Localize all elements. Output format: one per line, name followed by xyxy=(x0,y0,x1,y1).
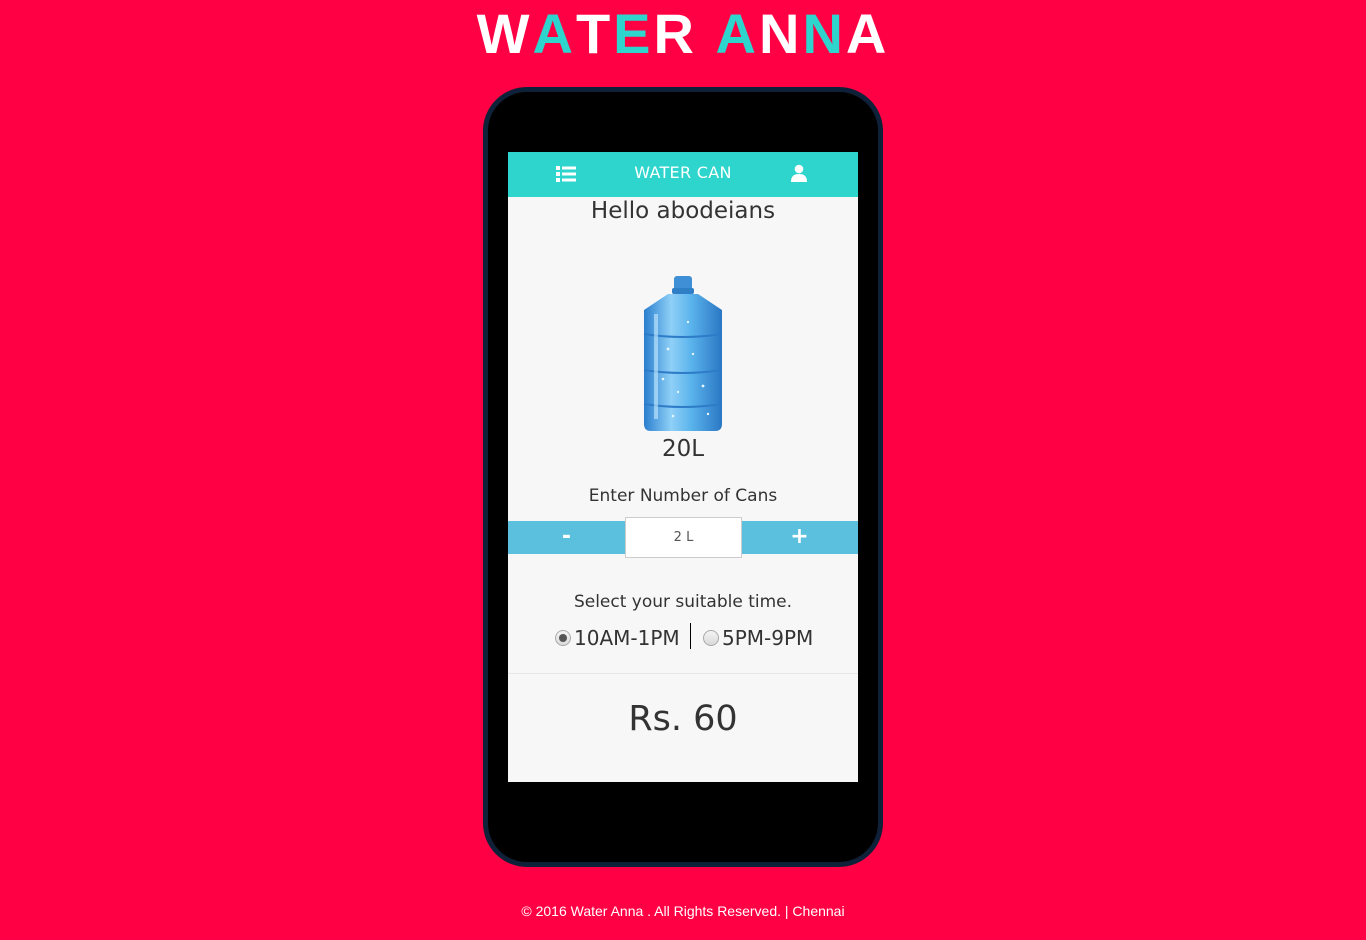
time-radio-morning[interactable] xyxy=(555,630,571,646)
time-option-label[interactable]: 10AM-1PM xyxy=(574,626,680,650)
brand-letter: N xyxy=(802,2,846,65)
divider xyxy=(690,623,691,649)
brand-letter: A xyxy=(845,2,890,65)
increment-button[interactable]: + xyxy=(741,521,858,554)
user-icon[interactable] xyxy=(791,164,807,182)
cans-label: Enter Number of Cans xyxy=(588,486,778,506)
brand-letter: R xyxy=(653,2,697,65)
can-size: 20L xyxy=(661,436,705,462)
total-price: Rs. 60 xyxy=(628,699,738,739)
app-header: WATER CAN xyxy=(508,152,858,197)
brand-letter xyxy=(697,4,716,64)
divider xyxy=(508,673,858,674)
footer-text: © 2016 Water Anna . All Rights Reserved.… xyxy=(521,903,845,919)
decrement-button[interactable]: - xyxy=(508,521,625,554)
brand-letter: A xyxy=(532,2,576,65)
greeting-text: Hello abodeians xyxy=(590,198,776,224)
time-option-label[interactable]: 5PM-9PM xyxy=(722,626,813,650)
app-screen: WATER CAN Hello abodeians 20L Enter Numb… xyxy=(508,152,858,782)
time-label: Select your suitable time. xyxy=(573,592,793,612)
brand-letter: N xyxy=(759,2,803,65)
brand-letter: A xyxy=(715,2,759,65)
quantity-input[interactable] xyxy=(625,517,742,558)
brand-logo: WATER ANNA xyxy=(0,4,1366,64)
brand-letter: E xyxy=(613,2,654,65)
time-radio-evening[interactable] xyxy=(703,630,719,646)
water-can-image xyxy=(643,276,723,431)
brand-letter: W xyxy=(476,2,533,65)
brand-letter: T xyxy=(575,2,614,65)
